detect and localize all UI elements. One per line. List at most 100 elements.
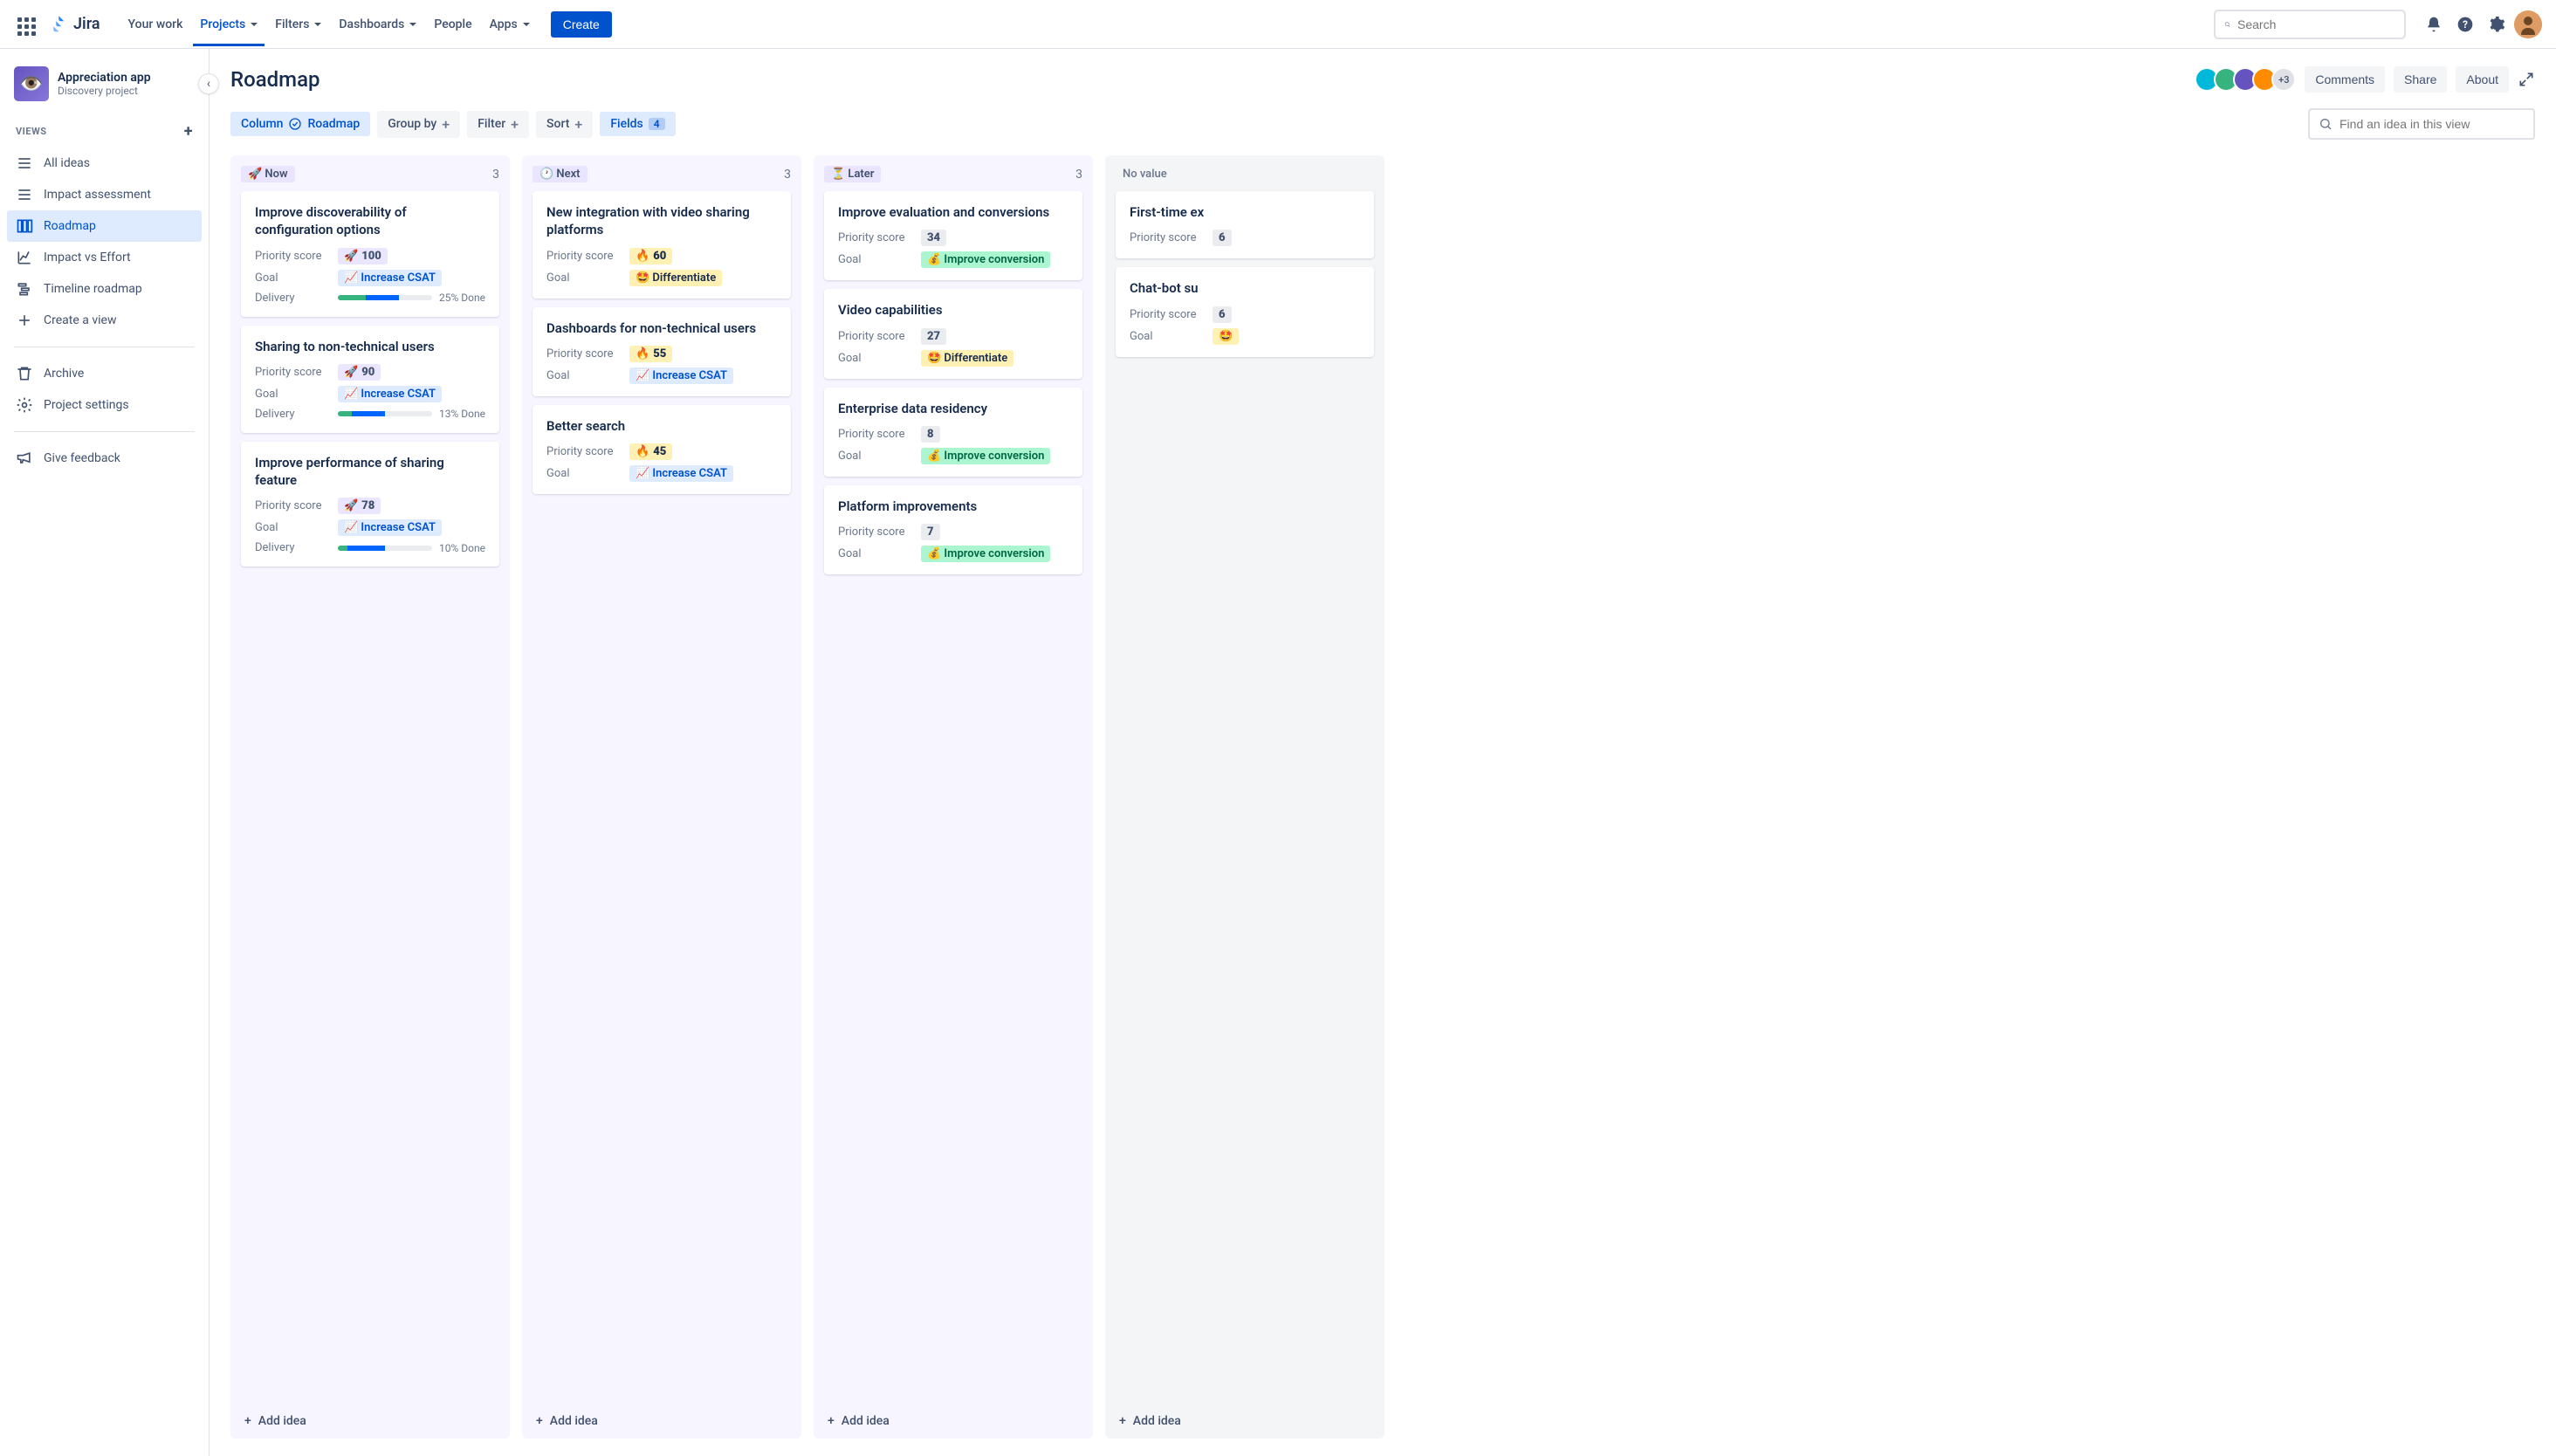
- idea-card[interactable]: New integration with video sharing platf…: [532, 191, 791, 299]
- idea-card[interactable]: Dashboards for non-technical usersPriori…: [532, 307, 791, 396]
- add-idea-button[interactable]: + Add idea: [1116, 1405, 1374, 1428]
- column-count: 3: [492, 168, 499, 182]
- column-header: 🚀 Now 3: [241, 166, 499, 182]
- group-by-button[interactable]: Group by+: [377, 111, 460, 138]
- column-later: ⏳ Later3Improve evaluation and conversio…: [814, 155, 1093, 1439]
- idea-card[interactable]: Improve performance of sharing featurePr…: [241, 442, 499, 567]
- idea-card[interactable]: Video capabilitiesPriority score27Goal🤩 …: [824, 289, 1082, 378]
- project-header[interactable]: 👁️ Appreciation app Discovery project: [7, 66, 202, 115]
- column-next: 🕐 Next3New integration with video sharin…: [522, 155, 801, 1439]
- priority-pill: 6: [1213, 306, 1232, 323]
- sidebar-item-all-ideas[interactable]: All ideas: [7, 148, 202, 179]
- card-title: First-time ex: [1130, 203, 1360, 221]
- goal-pill: 🤩: [1213, 328, 1239, 345]
- card-title: Video capabilities: [838, 301, 1068, 319]
- column-tag: 🚀 Now: [241, 166, 295, 182]
- add-idea-button[interactable]: + Add idea: [532, 1405, 791, 1428]
- plus-icon: +: [244, 1414, 251, 1428]
- find-idea-box[interactable]: [2308, 108, 2535, 140]
- expand-icon[interactable]: [2518, 71, 2535, 88]
- priority-pill: 🔥 55: [629, 346, 672, 362]
- nav-link-people[interactable]: People: [427, 3, 478, 46]
- add-view-icon[interactable]: +: [184, 122, 193, 141]
- delivery-progress: 13% Done: [338, 408, 485, 420]
- project-icon: 👁️: [14, 66, 49, 101]
- idea-card[interactable]: Enterprise data residencyPriority score8…: [824, 388, 1082, 477]
- card-title: Improve discoverability of configuration…: [255, 203, 485, 239]
- card-title: Improve performance of sharing feature: [255, 454, 485, 490]
- sidebar-item-timeline-roadmap[interactable]: Timeline roadmap: [7, 273, 202, 305]
- goal-pill: 💰 Improve conversion: [921, 251, 1050, 268]
- board: 🚀 Now 3 Improve discoverability of configu…: [230, 155, 2535, 1439]
- top-nav: Jira Your workProjectsFiltersDashboardsP…: [0, 0, 2556, 49]
- nav-link-filters[interactable]: Filters: [268, 3, 328, 46]
- add-idea-button[interactable]: + Add idea: [241, 1405, 499, 1428]
- megaphone-icon: [16, 450, 33, 467]
- nav-link-projects[interactable]: Projects: [193, 3, 265, 46]
- delivery-progress: 10% Done: [338, 542, 485, 554]
- nav-link-apps[interactable]: Apps: [483, 3, 537, 46]
- sidebar-archive[interactable]: Archive: [7, 358, 202, 389]
- idea-card[interactable]: Platform improvementsPriority score7Goal…: [824, 485, 1082, 574]
- idea-card[interactable]: Sharing to non-technical usersPriority s…: [241, 326, 499, 433]
- column-count: 3: [1075, 168, 1082, 182]
- about-button[interactable]: About: [2456, 66, 2509, 93]
- list-icon: [16, 155, 33, 172]
- idea-card[interactable]: First-time exPriority score6: [1116, 191, 1374, 258]
- priority-pill: 🚀 100: [338, 248, 388, 264]
- collapse-sidebar-button[interactable]: ‹: [198, 73, 219, 94]
- collaborator-avatars[interactable]: +3: [2195, 67, 2296, 92]
- sidebar: ‹ 👁️ Appreciation app Discovery project …: [0, 49, 210, 1456]
- filter-button[interactable]: Filter+: [467, 111, 529, 138]
- sidebar-item-impact-vs-effort[interactable]: Impact vs Effort: [7, 242, 202, 273]
- global-search[interactable]: [2214, 10, 2406, 39]
- idea-card[interactable]: Improve discoverability of configuration…: [241, 191, 499, 317]
- plus-icon: +: [1119, 1414, 1126, 1428]
- avatar-overflow[interactable]: +3: [2271, 67, 2296, 92]
- notifications-icon[interactable]: [2420, 10, 2448, 38]
- help-icon[interactable]: ?: [2451, 10, 2479, 38]
- priority-pill: 🔥 60: [629, 248, 672, 264]
- create-button[interactable]: Create: [551, 11, 612, 38]
- priority-pill: 34: [921, 230, 946, 246]
- card-title: Chat-bot su: [1130, 279, 1360, 297]
- sidebar-item-impact-assessment[interactable]: Impact assessment: [7, 179, 202, 210]
- views-heading: VIEWS +: [7, 115, 202, 148]
- jira-logo[interactable]: Jira: [49, 14, 100, 35]
- sidebar-item-roadmap[interactable]: Roadmap: [7, 210, 202, 242]
- goal-pill: 📈 Increase CSAT: [338, 270, 442, 286]
- column-selector[interactable]: Column Roadmap: [230, 112, 370, 136]
- search-icon: [2224, 17, 2230, 31]
- idea-card[interactable]: Chat-bot suPriority score6Goal🤩: [1116, 267, 1374, 356]
- board-icon: [16, 217, 33, 235]
- add-idea-button[interactable]: + Add idea: [824, 1405, 1082, 1428]
- jira-logo-text: Jira: [73, 15, 100, 33]
- comments-button[interactable]: Comments: [2305, 66, 2385, 93]
- sidebar-settings[interactable]: Project settings: [7, 389, 202, 421]
- sidebar-feedback[interactable]: Give feedback: [7, 443, 202, 474]
- share-button[interactable]: Share: [2394, 66, 2447, 93]
- sidebar-item-create-a-view[interactable]: Create a view: [7, 305, 202, 336]
- app-switcher-icon[interactable]: [14, 14, 35, 35]
- idea-card[interactable]: Improve evaluation and conversionsPriori…: [824, 191, 1082, 280]
- idea-card[interactable]: Better searchPriority score🔥 45Goal📈 Inc…: [532, 405, 791, 494]
- card-title: Improve evaluation and conversions: [838, 203, 1068, 221]
- plus-icon: +: [536, 1414, 543, 1428]
- card-title: Platform improvements: [838, 498, 1068, 515]
- project-type: Discovery project: [58, 85, 151, 97]
- gear-icon: [16, 396, 33, 414]
- profile-avatar[interactable]: [2514, 10, 2542, 38]
- search-input[interactable]: [2237, 17, 2395, 31]
- project-name: Appreciation app: [58, 71, 151, 85]
- goal-pill: 🤩 Differentiate: [629, 270, 722, 286]
- find-idea-input[interactable]: [2340, 117, 2525, 131]
- nav-link-dashboards[interactable]: Dashboards: [332, 3, 423, 46]
- column-tag: No value: [1116, 166, 1174, 182]
- chart-icon: [16, 249, 33, 266]
- nav-link-your-work[interactable]: Your work: [121, 3, 190, 46]
- column-tag: 🕐 Next: [532, 166, 587, 182]
- settings-icon[interactable]: [2483, 10, 2511, 38]
- priority-pill: 🚀 90: [338, 364, 381, 381]
- fields-button[interactable]: Fields4: [600, 112, 675, 136]
- sort-button[interactable]: Sort+: [536, 111, 593, 138]
